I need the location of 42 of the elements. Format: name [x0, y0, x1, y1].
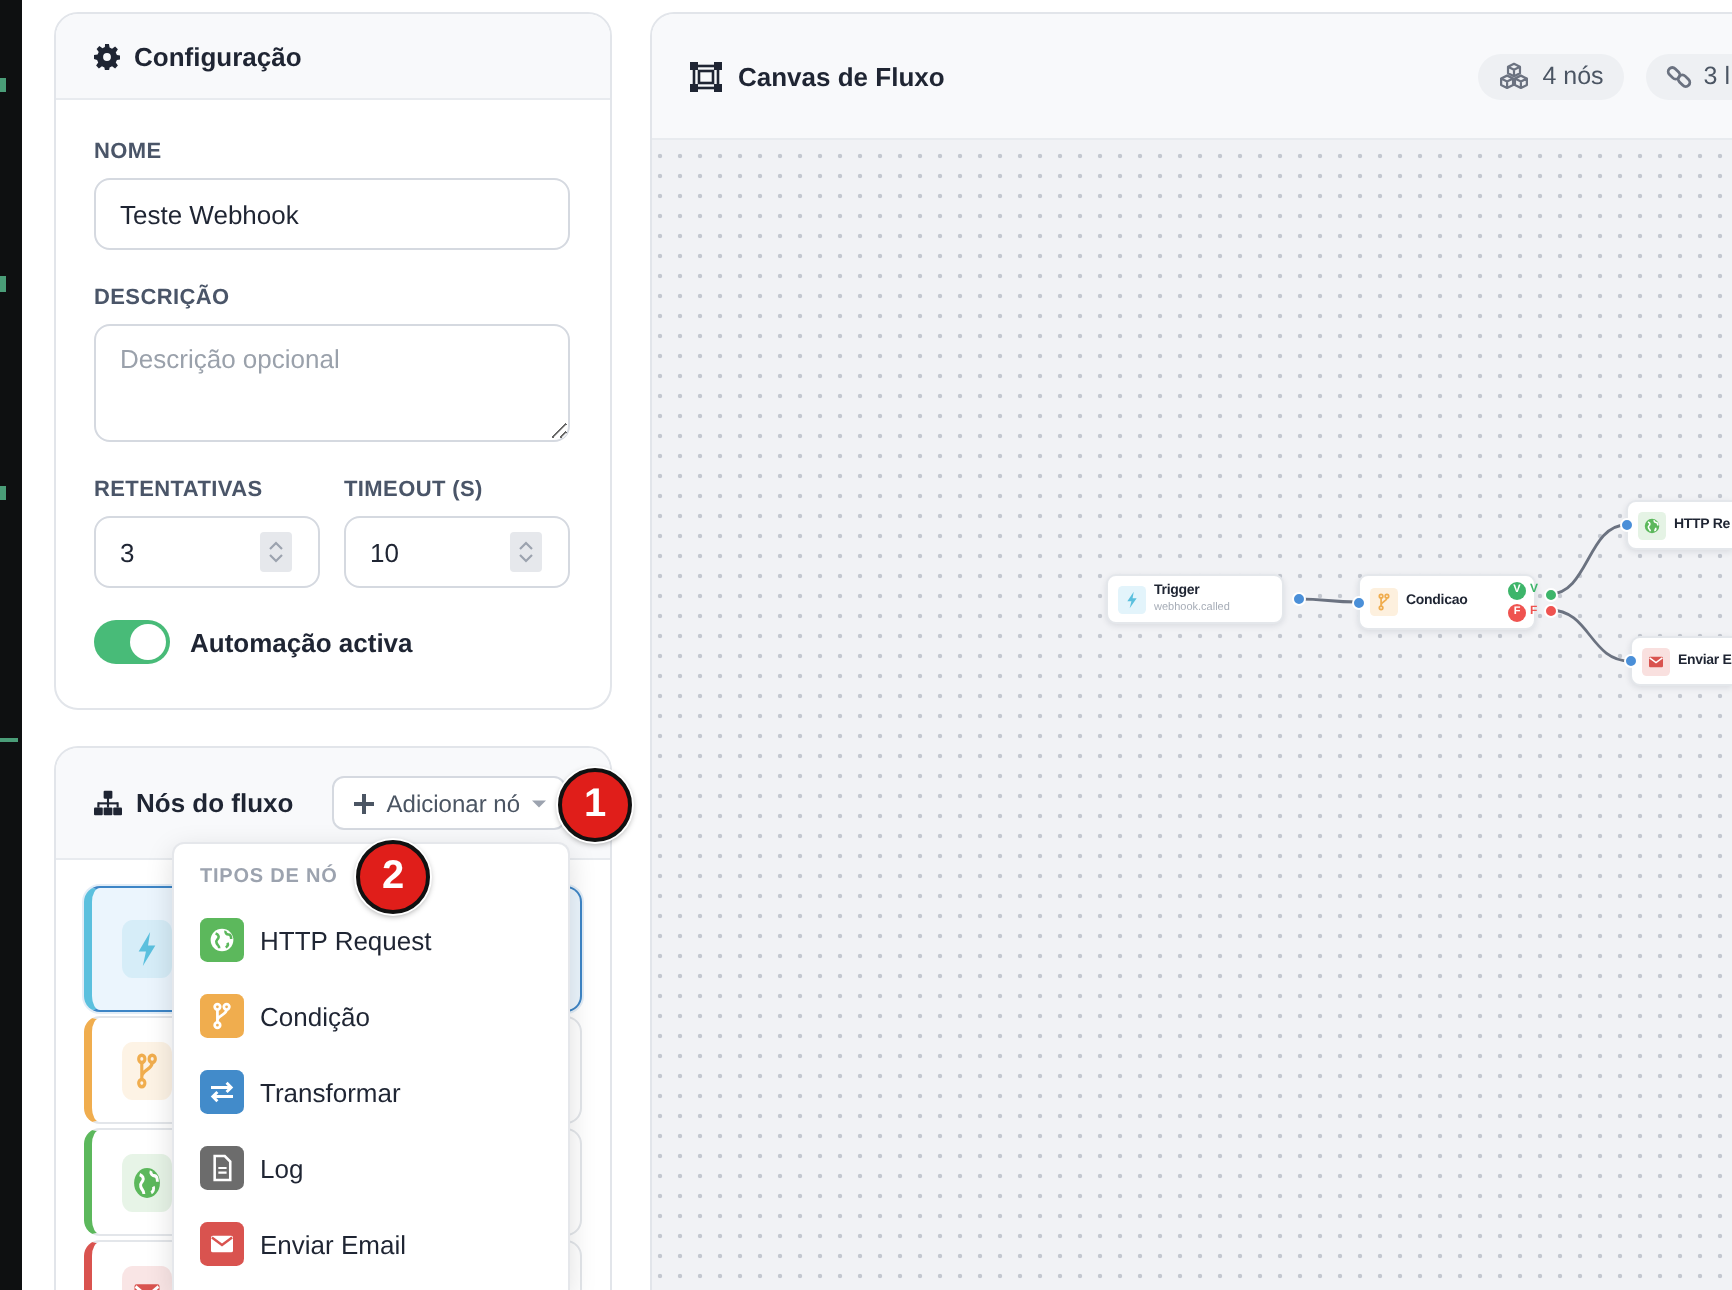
branch-icon [122, 1041, 172, 1099]
menu-item[interactable]: Condição [174, 978, 568, 1054]
stat-label: 4 nós [1542, 62, 1604, 90]
field-label: DESCRIÇÃO [94, 284, 230, 312]
field-label: NOME [94, 138, 162, 166]
plus-icon [354, 793, 375, 813]
add-node-button[interactable]: Adicionar nó [332, 776, 566, 830]
panel-title: Canvas de Fluxo [738, 61, 945, 91]
port-icon[interactable] [1291, 592, 1305, 606]
caret-icon [532, 799, 546, 807]
spinner-icon[interactable] [510, 532, 542, 572]
name-field[interactable]: Teste Webhook [94, 178, 570, 250]
toggle-label: Automação activa [190, 627, 413, 657]
menu-item[interactable]: Enviar Email [174, 1206, 568, 1282]
frame-icon [690, 61, 722, 91]
spinner-icon[interactable] [260, 532, 292, 572]
link-icon [1665, 63, 1692, 89]
lightning-icon [1118, 585, 1146, 613]
description-field[interactable]: Descrição opcional [94, 324, 570, 442]
port-icon[interactable] [1351, 595, 1365, 609]
hierarchy-icon [94, 790, 122, 816]
step-marker: 1 [558, 768, 632, 842]
panel-title: Nós do fluxo [136, 788, 294, 818]
menu-item[interactable]: Log [174, 1130, 568, 1206]
stat-label: 3 l [1703, 62, 1730, 90]
branch-icon [1370, 588, 1398, 616]
globe-icon [1638, 511, 1666, 539]
number-field[interactable]: 3 [94, 516, 320, 588]
envelope-icon [1642, 647, 1670, 675]
field-label: RETENTATIVAS [94, 476, 263, 504]
gear-icon [94, 43, 120, 69]
port-icon[interactable] [1619, 518, 1633, 532]
field-label: TIMEOUT (S) [344, 476, 483, 504]
menu-heading: TIPOS DE NÓ [198, 862, 340, 892]
panel-title: Configuração [134, 41, 302, 71]
menu-item[interactable]: Transformar [174, 1054, 568, 1130]
cubes-icon [1498, 62, 1531, 90]
number-field[interactable]: 10 [344, 516, 570, 588]
globe-icon [122, 1153, 172, 1211]
toggle-switch[interactable] [94, 620, 170, 664]
lightning-icon [122, 920, 172, 978]
port-icon[interactable] [1623, 654, 1637, 668]
